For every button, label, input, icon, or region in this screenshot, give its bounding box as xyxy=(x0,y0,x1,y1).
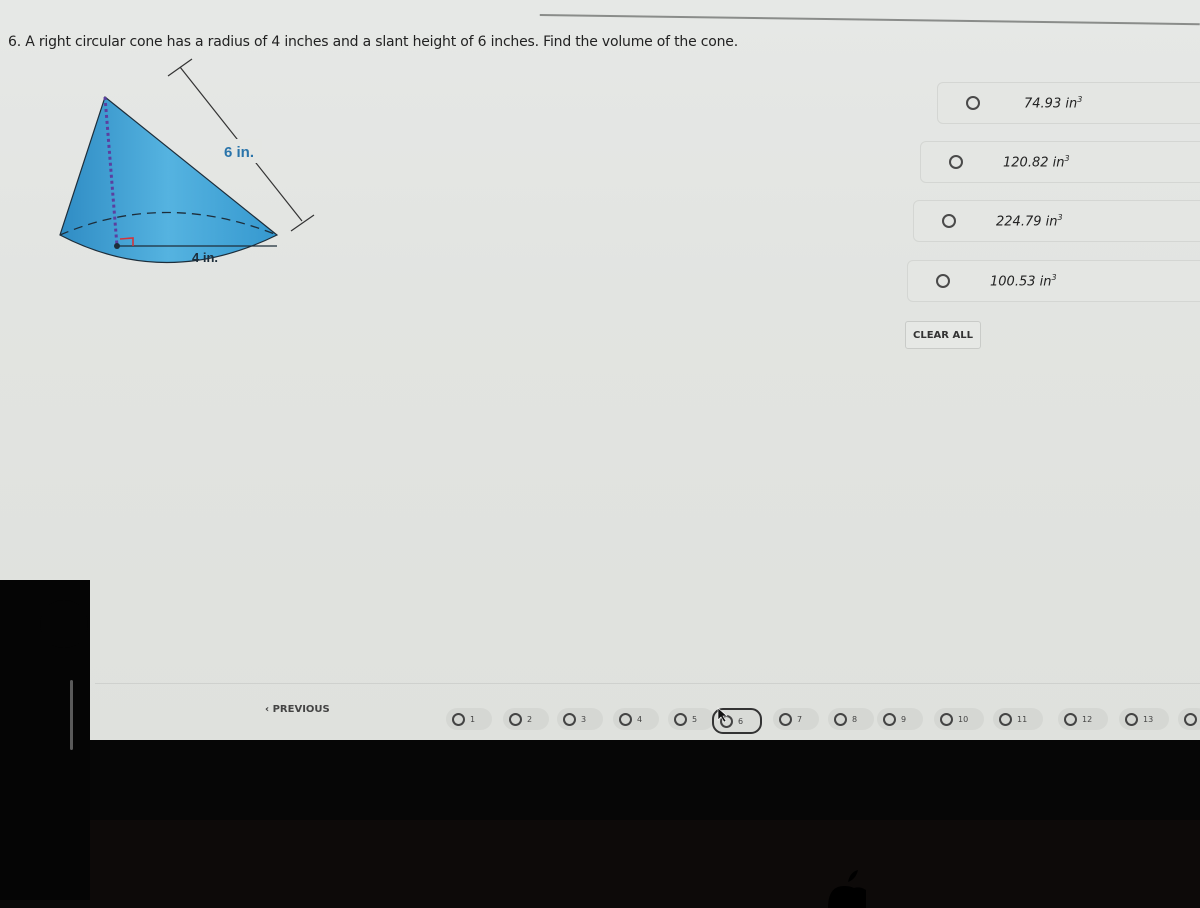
foreground-object-knob xyxy=(40,600,88,648)
cone-figure: 6 in. 4 in. xyxy=(55,55,345,280)
circle-icon xyxy=(779,712,792,726)
circle-icon xyxy=(619,712,632,726)
question-nav-13[interactable]: 13 xyxy=(1119,708,1169,730)
circle-icon xyxy=(563,712,576,726)
mouse-cursor-icon xyxy=(717,707,728,723)
answer-choice-3[interactable]: 224.79 in3 xyxy=(913,200,1200,242)
question-nav-3[interactable]: 3 xyxy=(557,708,603,730)
screen-edge-line xyxy=(539,0,1200,26)
apple-logo-icon xyxy=(828,870,866,908)
question-nav-7[interactable]: 7 xyxy=(773,708,819,730)
question-nav-next-partial[interactable] xyxy=(1178,708,1200,730)
question-nav-9[interactable]: 9 xyxy=(877,708,923,730)
question-text: 6. A right circular cone has a radius of… xyxy=(8,34,738,50)
radio-icon[interactable] xyxy=(966,96,980,110)
slant-label: 6 in. xyxy=(224,144,254,161)
choice-text: 224.79 in3 xyxy=(996,212,1063,230)
radio-icon[interactable] xyxy=(949,155,963,169)
answer-choice-1[interactable]: 74.93 in3 xyxy=(937,82,1200,124)
clear-all-button[interactable]: CLEAR ALL xyxy=(905,321,981,349)
circle-icon xyxy=(452,712,465,726)
circle-icon xyxy=(940,712,953,726)
question-nav-12[interactable]: 12 xyxy=(1058,708,1108,730)
previous-button[interactable]: ‹ PREVIOUS xyxy=(265,704,330,715)
choice-text: 120.82 in3 xyxy=(1003,153,1070,171)
circle-icon xyxy=(674,712,687,726)
circle-icon xyxy=(999,712,1012,726)
choice-text: 74.93 in3 xyxy=(1024,94,1083,112)
circle-icon xyxy=(509,712,522,726)
cone-body xyxy=(59,95,279,264)
question-nav-1[interactable]: 1 xyxy=(446,708,492,730)
radius-label: 4 in. xyxy=(192,250,218,265)
question-nav-8[interactable]: 8 xyxy=(828,708,874,730)
monitor-chin xyxy=(0,820,1200,900)
circle-icon xyxy=(883,712,896,726)
question-nav-5[interactable]: 5 xyxy=(668,708,714,730)
quiz-screen: 6. A right circular cone has a radius of… xyxy=(0,0,1200,740)
circle-icon xyxy=(1064,712,1077,726)
question-nav-11[interactable]: 11 xyxy=(993,708,1043,730)
circle-icon xyxy=(1184,712,1197,726)
circle-icon xyxy=(834,712,847,726)
answer-choice-4[interactable]: 100.53 in3 xyxy=(907,260,1200,302)
answer-choice-2[interactable]: 120.82 in3 xyxy=(920,141,1200,183)
question-nav-2[interactable]: 2 xyxy=(503,708,549,730)
question-nav-10[interactable]: 10 xyxy=(934,708,984,730)
question-nav-4[interactable]: 4 xyxy=(613,708,659,730)
radio-icon[interactable] xyxy=(942,214,956,228)
circle-icon xyxy=(1125,712,1138,726)
choice-text: 100.53 in3 xyxy=(990,272,1057,290)
radio-icon[interactable] xyxy=(936,274,950,288)
